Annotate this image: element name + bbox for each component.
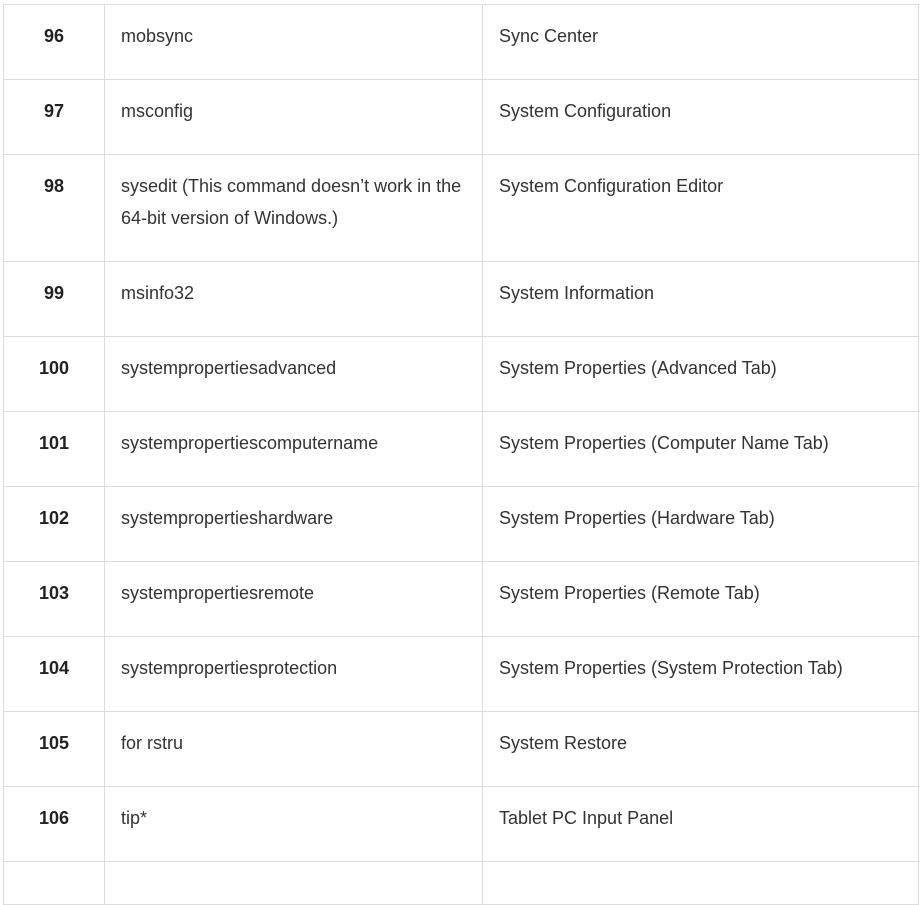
description-cell: System Properties (Remote Tab) [482, 561, 919, 637]
description-cell: System Restore [482, 711, 919, 787]
table-row: 105 for rstru System Restore [3, 711, 919, 787]
description-cell: System Information [482, 261, 919, 337]
row-number: 102 [3, 486, 105, 562]
command-cell: systempropertiesadvanced [104, 336, 483, 412]
description-cell: System Properties (Computer Name Tab) [482, 411, 919, 487]
command-cell: msconfig [104, 79, 483, 155]
table-row: 100 systempropertiesadvanced System Proper… [3, 336, 919, 412]
table-row: 96 mobsync Sync Center [3, 4, 919, 80]
description-cell: System Configuration Editor [482, 154, 919, 262]
command-cell: sysedit (This command doesn’t work in th… [104, 154, 483, 262]
table-row [3, 861, 919, 905]
description-cell [482, 861, 919, 905]
command-cell: mobsync [104, 4, 483, 80]
table-row: 106 tip* Tablet PC Input Panel [3, 786, 919, 862]
command-cell: msinfo32 [104, 261, 483, 337]
row-number: 103 [3, 561, 105, 637]
row-number: 99 [3, 261, 105, 337]
row-number: 98 [3, 154, 105, 262]
table-row: 102 systempropertieshardware System Proper… [3, 486, 919, 562]
row-number: 104 [3, 636, 105, 712]
row-number: 96 [3, 4, 105, 80]
commands-table: 96 mobsync Sync Center 97 msconfig System Con… [3, 4, 919, 905]
command-cell: systempropertiesprotection [104, 636, 483, 712]
command-cell [104, 861, 483, 905]
command-cell: for rstru [104, 711, 483, 787]
row-number [3, 861, 105, 905]
description-cell: Tablet PC Input Panel [482, 786, 919, 862]
table-row: 97 msconfig System Configuration [3, 79, 919, 155]
row-number: 106 [3, 786, 105, 862]
row-number: 100 [3, 336, 105, 412]
command-cell: systempropertiescomputername [104, 411, 483, 487]
table-body: 96 mobsync Sync Center 97 msconfig System Con… [3, 4, 919, 905]
description-cell: System Configuration [482, 79, 919, 155]
description-cell: System Properties (Hardware Tab) [482, 486, 919, 562]
row-number: 97 [3, 79, 105, 155]
table-row: 99 msinfo32 System Information [3, 261, 919, 337]
description-cell: Sync Center [482, 4, 919, 80]
command-cell: systempropertiesremote [104, 561, 483, 637]
row-number: 105 [3, 711, 105, 787]
row-number: 101 [3, 411, 105, 487]
table-row: 101 systempropertiescomputername System Pr… [3, 411, 919, 487]
command-cell: tip* [104, 786, 483, 862]
description-cell: System Properties (Advanced Tab) [482, 336, 919, 412]
table-row: 104 systempropertiesprotection System Prop… [3, 636, 919, 712]
description-cell: System Properties (System Protection Tab… [482, 636, 919, 712]
table-row: 98 sysedit (This command doesn’t work in … [3, 154, 919, 262]
command-cell: systempropertieshardware [104, 486, 483, 562]
table-row: 103 systempropertiesremote System Properti… [3, 561, 919, 637]
